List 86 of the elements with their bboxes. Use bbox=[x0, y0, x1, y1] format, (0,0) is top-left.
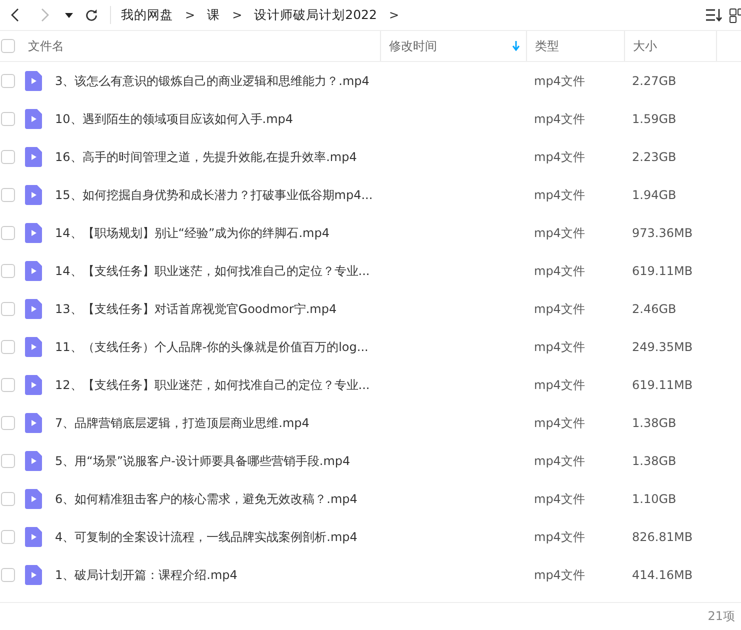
video-file-icon bbox=[25, 527, 42, 547]
row-checkbox[interactable] bbox=[1, 340, 15, 354]
file-type: mp4文件 bbox=[533, 414, 586, 432]
file-type: mp4文件 bbox=[533, 452, 586, 470]
breadcrumb-link[interactable]: 设计师破局计划2022 bbox=[254, 6, 377, 24]
file-name[interactable]: 14、【职场规划】别让“经验”成为你的绊脚石.mp4 bbox=[55, 224, 526, 242]
file-size: 1.10GB bbox=[631, 492, 678, 506]
video-file-icon bbox=[25, 413, 42, 433]
file-name[interactable]: 16、高手的时间管理之道，先提升效能,在提升效率.mp4 bbox=[55, 148, 526, 166]
file-size: 973.36MB bbox=[631, 226, 694, 240]
file-type: mp4文件 bbox=[533, 262, 586, 280]
file-size: 826.81MB bbox=[631, 530, 694, 544]
video-file-icon bbox=[25, 299, 42, 319]
file-type: mp4文件 bbox=[533, 528, 586, 546]
file-type: mp4文件 bbox=[533, 72, 586, 90]
file-size: 619.11MB bbox=[631, 264, 694, 278]
file-type: mp4文件 bbox=[533, 148, 586, 166]
file-name[interactable]: 13、【支线任务】对话首席视觉官Goodmor宁.mp4 bbox=[55, 300, 526, 318]
row-checkbox[interactable] bbox=[1, 188, 15, 202]
row-checkbox[interactable] bbox=[1, 112, 15, 126]
row-checkbox[interactable] bbox=[1, 568, 15, 582]
row-checkbox[interactable] bbox=[1, 74, 15, 88]
file-name[interactable]: 12、【支线任务】职业迷茫，如何找准自己的定位？专业... bbox=[55, 376, 526, 394]
file-name[interactable]: 15、如何挖掘自身优势和成长潜力？打破事业低谷期mp4... bbox=[55, 186, 526, 204]
file-type: mp4文件 bbox=[533, 376, 586, 394]
video-file-icon bbox=[25, 71, 42, 91]
row-checkbox[interactable] bbox=[1, 416, 15, 430]
breadcrumb-separator: > bbox=[388, 8, 399, 22]
file-name[interactable]: 4、可复制的全案设计流程，一线品牌实战案例剖析.mp4 bbox=[55, 528, 526, 546]
row-checkbox[interactable] bbox=[1, 378, 15, 392]
file-name[interactable]: 14、【支线任务】职业迷茫，如何找准自己的定位？专业... bbox=[55, 262, 526, 280]
file-size: 1.38GB bbox=[631, 454, 678, 468]
column-header[interactable]: 修改时间 bbox=[380, 31, 526, 61]
file-type: mp4文件 bbox=[533, 490, 586, 508]
item-count: 21项 bbox=[708, 608, 735, 625]
file-name[interactable]: 3、该怎么有意识的锻炼自己的商业逻辑和思维能力？.mp4 bbox=[55, 72, 526, 90]
column-header[interactable]: 大小 bbox=[624, 31, 716, 61]
video-file-icon bbox=[25, 261, 42, 281]
video-file-icon bbox=[25, 147, 42, 167]
video-file-icon bbox=[25, 451, 42, 471]
row-checkbox[interactable] bbox=[1, 530, 15, 544]
file-name[interactable]: 11、（支线任务）个人品牌-你的头像就是价值百万的log... bbox=[55, 338, 526, 356]
file-type: mp4文件 bbox=[533, 566, 586, 584]
file-size: 1.94GB bbox=[631, 188, 678, 202]
file-size: 619.11MB bbox=[631, 378, 694, 392]
video-file-icon bbox=[25, 185, 42, 205]
file-name[interactable]: 10、遇到陌生的领域项目应该如何入手.mp4 bbox=[55, 110, 526, 128]
chevron-left-icon bbox=[10, 8, 20, 22]
video-file-icon bbox=[25, 375, 42, 395]
file-type: mp4文件 bbox=[533, 186, 586, 204]
caret-down-icon bbox=[65, 12, 73, 18]
video-file-icon bbox=[25, 109, 42, 129]
file-size: 414.16MB bbox=[631, 568, 694, 582]
breadcrumb-link[interactable]: 课 bbox=[207, 6, 220, 24]
file-type: mp4文件 bbox=[533, 338, 586, 356]
row-checkbox[interactable] bbox=[1, 150, 15, 164]
row-checkbox[interactable] bbox=[1, 226, 15, 240]
refresh-icon bbox=[84, 8, 98, 22]
file-name[interactable]: 5、用“场景”说服客户-设计师要具备哪些营销手段.mp4 bbox=[55, 452, 526, 470]
breadcrumb-link[interactable]: 我的网盘 bbox=[121, 6, 173, 24]
select-all-checkbox[interactable] bbox=[1, 39, 15, 53]
column-header[interactable]: 类型 bbox=[526, 31, 624, 61]
file-name[interactable]: 7、品牌营销底层逻辑，打造顶层商业思维.mp4 bbox=[55, 414, 526, 432]
row-checkbox[interactable] bbox=[1, 302, 15, 316]
row-checkbox[interactable] bbox=[1, 492, 15, 506]
video-file-icon bbox=[25, 337, 42, 357]
file-size: 1.59GB bbox=[631, 112, 678, 126]
chevron-right-icon bbox=[40, 8, 50, 22]
column-header[interactable]: 文件名 bbox=[20, 31, 380, 61]
file-type: mp4文件 bbox=[533, 300, 586, 318]
video-file-icon bbox=[25, 223, 42, 243]
row-checkbox[interactable] bbox=[1, 454, 15, 468]
file-size: 2.46GB bbox=[631, 302, 678, 316]
file-size: 2.27GB bbox=[631, 74, 678, 88]
breadcrumb-separator: > bbox=[185, 8, 196, 22]
video-file-icon bbox=[25, 489, 42, 509]
file-name[interactable]: 6、如何精准狙击客户的核心需求，避免无效改稿？.mp4 bbox=[55, 490, 526, 508]
file-name[interactable]: 1、破局计划开篇：课程介绍.mp4 bbox=[55, 566, 526, 584]
file-size: 1.38GB bbox=[631, 416, 678, 430]
file-size: 2.23GB bbox=[631, 150, 678, 164]
file-size: 249.35MB bbox=[631, 340, 694, 354]
video-file-icon bbox=[25, 565, 42, 585]
breadcrumb-separator: > bbox=[232, 8, 242, 22]
row-checkbox[interactable] bbox=[1, 264, 15, 278]
file-type: mp4文件 bbox=[533, 110, 586, 128]
file-type: mp4文件 bbox=[533, 224, 586, 242]
